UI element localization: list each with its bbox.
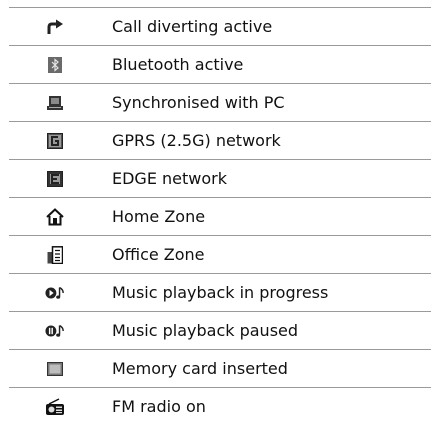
table-row: GPRS (2.5G) network <box>9 122 431 160</box>
gprs-icon <box>45 131 65 151</box>
call-divert-icon <box>45 17 65 37</box>
row-label: Bluetooth active <box>112 54 244 74</box>
row-label: Music playback in progress <box>112 282 329 302</box>
music-paused-icon <box>45 321 65 341</box>
row-label: Office Zone <box>112 244 205 264</box>
row-label: Memory card inserted <box>112 358 288 378</box>
row-label: Call diverting active <box>112 16 273 36</box>
row-label: Synchronised with PC <box>112 92 285 112</box>
home-zone-icon <box>45 207 65 227</box>
memory-card-icon <box>45 359 65 379</box>
row-label: FM radio on <box>112 397 206 416</box>
table-row: EDGE network <box>9 160 431 198</box>
table-row: Call diverting active <box>9 8 431 46</box>
table-row: Home Zone <box>9 198 431 236</box>
table-row: Music playback paused <box>9 312 431 350</box>
row-label: GPRS (2.5G) network <box>112 130 281 150</box>
edge-icon <box>45 169 65 189</box>
bluetooth-icon <box>45 55 65 75</box>
row-label: Music playback paused <box>112 320 299 340</box>
table-row: Synchronised with PC <box>9 84 431 122</box>
pc-sync-icon <box>45 93 65 113</box>
music-playing-icon <box>45 283 65 303</box>
row-label: EDGE network <box>112 168 227 188</box>
table-row: Memory card inserted <box>9 350 431 388</box>
table-row: Music playback in progress <box>9 274 431 312</box>
table-row: FM radio on <box>9 388 431 426</box>
table-row: Office Zone <box>9 236 431 274</box>
status-icons-table: Call diverting active Bluetooth active S… <box>9 8 431 426</box>
table-row: Bluetooth active <box>9 46 431 84</box>
fm-radio-icon <box>45 397 65 417</box>
office-zone-icon <box>45 245 65 265</box>
row-label: Home Zone <box>112 206 206 226</box>
